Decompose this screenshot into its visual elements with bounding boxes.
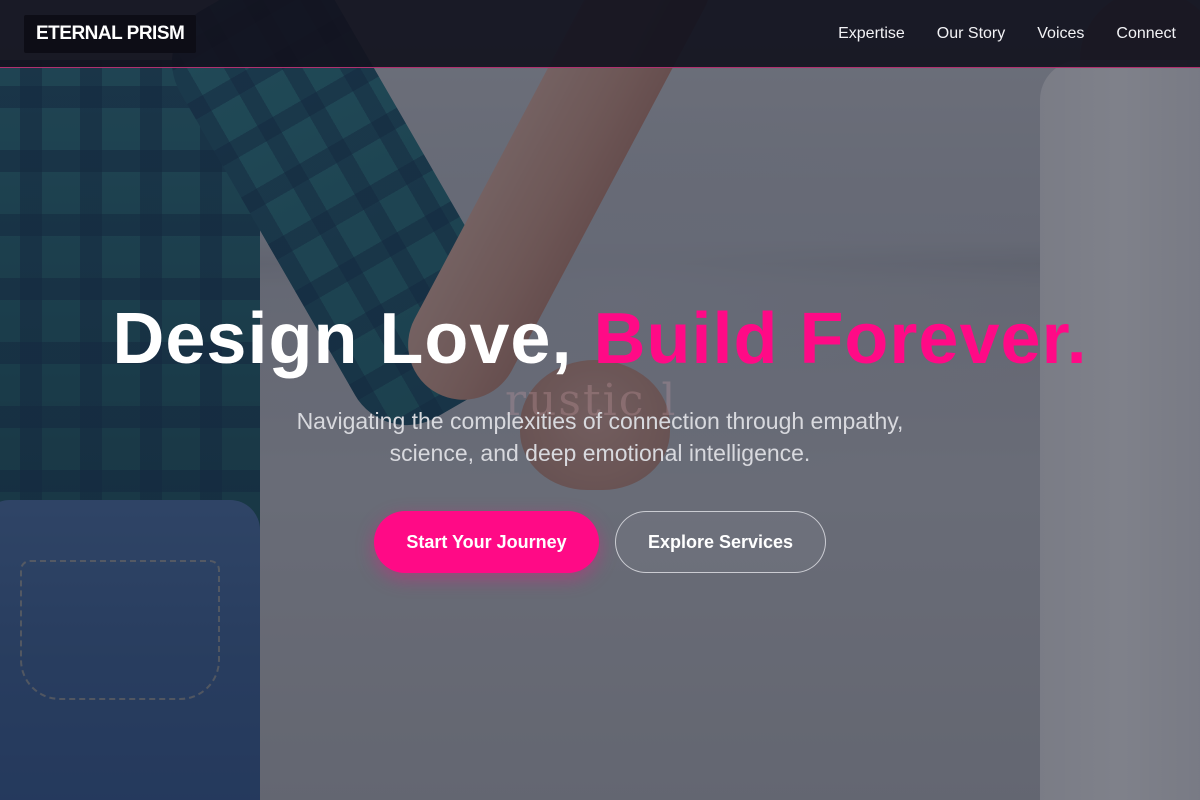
- nav-link-connect[interactable]: Connect: [1116, 25, 1176, 43]
- hero-subtitle: Navigating the complexities of connectio…: [296, 408, 904, 467]
- nav-link-our-story[interactable]: Our Story: [937, 25, 1005, 43]
- explore-services-button[interactable]: Explore Services: [615, 511, 826, 574]
- top-navigation-bar: ETERNAL PRISM Expertise Our Story Voices…: [0, 0, 1200, 68]
- hero-headline: Design Love, Build Forever.: [0, 299, 1200, 379]
- cta-button-group: Start Your Journey Explore Services: [0, 511, 1200, 574]
- nav-link-voices[interactable]: Voices: [1037, 25, 1084, 43]
- hero-content: Design Love, Build Forever. Navigating t…: [0, 299, 1200, 574]
- headline-accent-text: Build Forever.: [593, 299, 1088, 379]
- nav-links: Expertise Our Story Voices Connect: [838, 25, 1176, 43]
- brand-logo[interactable]: ETERNAL PRISM: [24, 14, 197, 53]
- nav-link-expertise[interactable]: Expertise: [838, 25, 905, 43]
- headline-main-text: Design Love,: [112, 299, 594, 379]
- start-journey-button[interactable]: Start Your Journey: [374, 511, 599, 574]
